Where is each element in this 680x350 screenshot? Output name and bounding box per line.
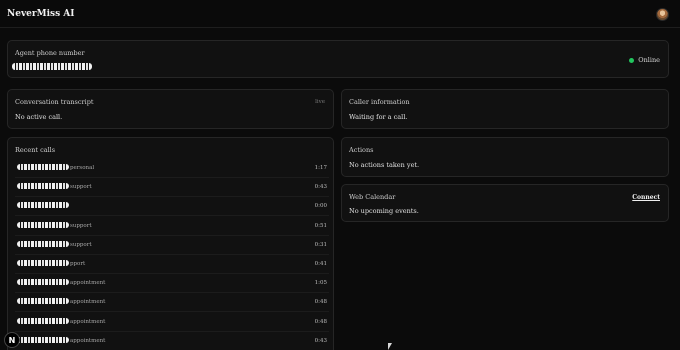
redacted-phone-number	[12, 63, 92, 70]
top-bar: NeverMiss AI	[0, 0, 680, 28]
call-duration: 0:31	[314, 241, 327, 248]
agent-phone-card: Agent phone number Online	[7, 40, 669, 78]
redacted-caller-number	[17, 240, 69, 247]
user-avatar[interactable]	[656, 8, 669, 21]
actions-title: Actions	[349, 146, 374, 154]
caller-info-body: Waiting for a call.	[349, 113, 408, 121]
caller-info-card: Caller information Waiting for a call.	[341, 89, 669, 129]
transcript-body: No active call.	[15, 113, 63, 121]
redacted-caller-number	[17, 202, 69, 209]
connect-calendar-link[interactable]: Connect	[632, 194, 660, 201]
live-badge: live	[315, 99, 325, 105]
call-row[interactable]: support 0:31	[15, 236, 329, 255]
call-duration: 0:43	[314, 337, 327, 344]
call-tag: support	[70, 184, 92, 191]
web-calendar-title: Web Calendar	[349, 193, 396, 201]
call-duration: 0:00	[314, 203, 327, 210]
online-dot-icon	[629, 57, 635, 63]
call-row[interactable]: appointment 0:43	[15, 332, 329, 350]
redacted-caller-number	[17, 336, 69, 343]
call-row[interactable]: support 0:51	[15, 217, 329, 236]
redacted-caller-number	[17, 183, 69, 190]
transcript-title: Conversation transcript	[15, 98, 94, 106]
app-title: NeverMiss AI	[7, 9, 75, 19]
redacted-caller-number	[17, 317, 69, 324]
agent-phone-label: Agent phone number	[15, 49, 85, 57]
call-row[interactable]: personal 1:17	[15, 159, 329, 178]
status-label: Online	[638, 56, 660, 64]
call-duration: 1:05	[314, 280, 327, 287]
call-tag: appointment	[70, 280, 106, 287]
redacted-caller-number	[17, 279, 69, 286]
web-calendar-card: Web Calendar Connect No upcoming events.	[341, 184, 669, 222]
transcript-card: Conversation transcript live No active c…	[7, 89, 334, 129]
call-row[interactable]: appointment 1:05	[15, 274, 329, 294]
call-duration: 0:43	[314, 184, 327, 191]
call-tag: personal	[70, 165, 95, 171]
actions-body: No actions taken yet.	[349, 161, 420, 169]
call-row[interactable]: appointment 0:48	[15, 313, 329, 332]
status-indicator: Online	[629, 56, 660, 64]
redacted-caller-number	[17, 298, 69, 305]
call-tag: support	[70, 222, 92, 229]
call-duration: 0:48	[314, 299, 327, 306]
redacted-caller-number	[17, 221, 69, 228]
mouse-cursor-icon	[388, 343, 392, 350]
web-calendar-body: No upcoming events.	[349, 207, 419, 215]
caller-info-title: Caller information	[349, 98, 410, 106]
redacted-caller-number	[17, 260, 69, 266]
call-duration: 0:48	[314, 318, 327, 325]
call-duration: 1:17	[314, 165, 327, 171]
call-tag: pport	[70, 261, 86, 267]
recent-calls-card: Recent calls personal 1:17 support 0:43 0:00…	[7, 137, 334, 350]
actions-card: Actions No actions taken yet.	[341, 137, 669, 177]
call-duration: 0:51	[314, 222, 327, 229]
call-tag: appointment	[70, 299, 106, 306]
redacted-caller-number	[17, 164, 69, 170]
call-row[interactable]: support 0:43	[15, 178, 329, 198]
call-row[interactable]: appointment 0:48	[15, 293, 329, 313]
call-tag: support	[70, 241, 92, 248]
call-tag: appointment	[70, 318, 106, 325]
call-row[interactable]: 0:00	[15, 197, 329, 217]
recent-calls-title: Recent calls	[15, 146, 56, 154]
call-row[interactable]: pport 0:41	[15, 255, 329, 274]
call-duration: 0:41	[314, 261, 327, 267]
call-tag: appointment	[70, 337, 106, 344]
n-badge[interactable]: N	[4, 332, 20, 348]
